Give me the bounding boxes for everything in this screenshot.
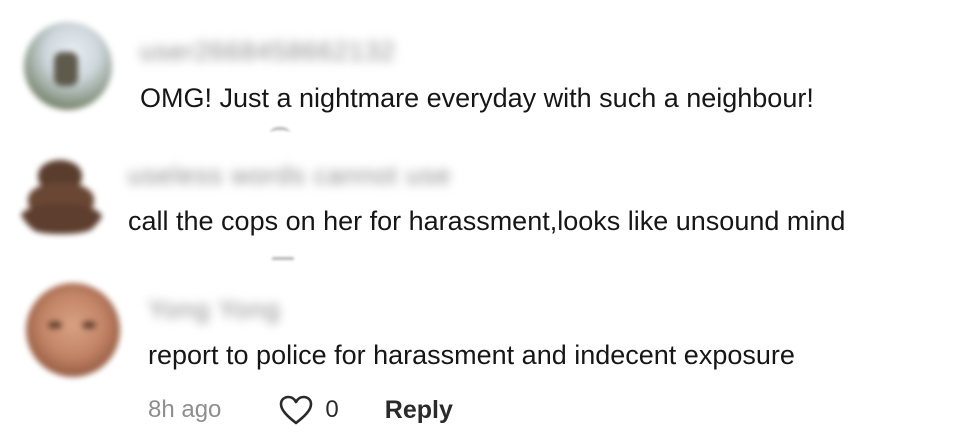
avatar[interactable] [16, 148, 108, 240]
avatar[interactable] [26, 283, 120, 377]
reply-button[interactable]: Reply [385, 396, 453, 425]
comment-timestamp: 8h ago [148, 396, 222, 423]
heart-outline-icon [280, 395, 313, 425]
avatar[interactable] [24, 22, 112, 110]
comment-username[interactable]: useless words cannot use [128, 160, 451, 191]
comment-username[interactable]: user2668458662132 [140, 36, 396, 67]
like-count: 0 [325, 396, 339, 423]
like-button[interactable]: 0 [279, 395, 339, 425]
comment-meta: 8h ago 0 Reply [148, 392, 453, 428]
comment-text: OMG! Just a nightmare everyday with such… [140, 83, 814, 113]
heart-icon [272, 257, 294, 264]
comment-text: report to police for harassment and inde… [148, 340, 795, 370]
comment-text: call the cops on her for harassment,look… [128, 206, 846, 236]
heart-icon [270, 127, 290, 138]
comment-username[interactable]: Yong Yong [148, 294, 280, 325]
